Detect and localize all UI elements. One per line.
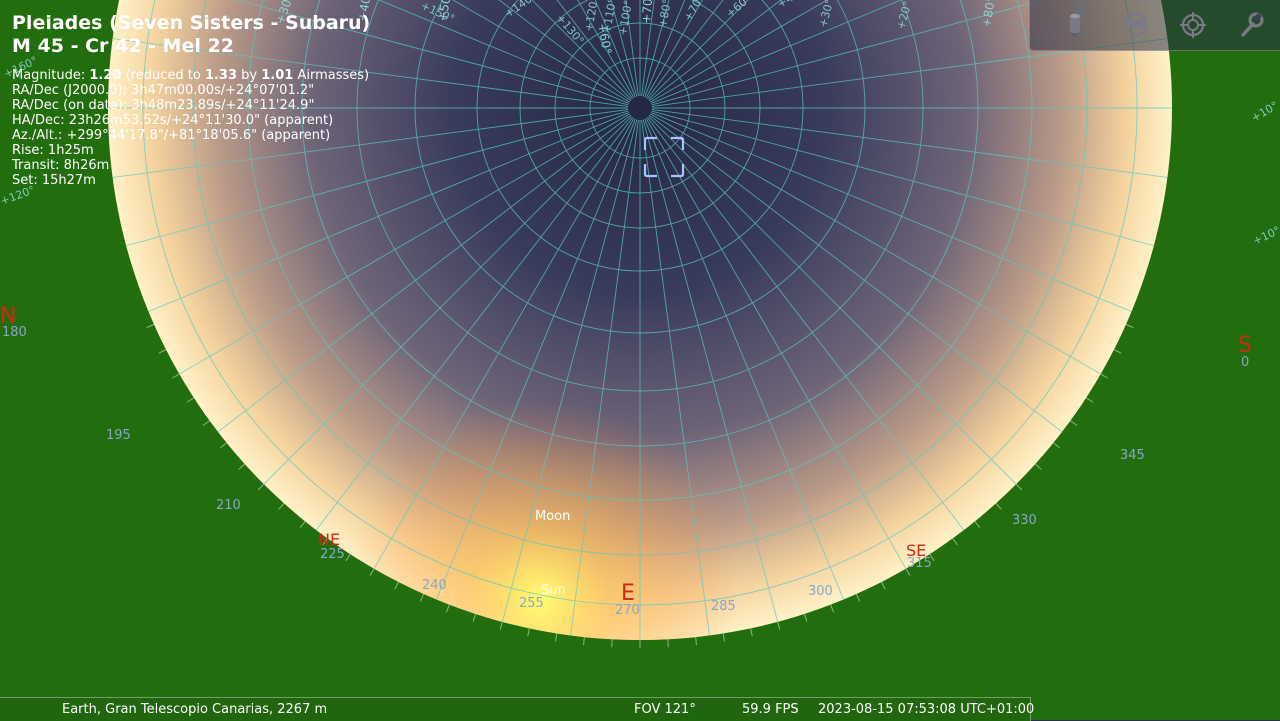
airmass-value: 1.01 [261,68,293,83]
azimuth-label: 300 [808,584,833,599]
fov-status: FOV 121° [634,702,696,717]
moon-label[interactable]: Moon [535,509,570,524]
sun-label[interactable]: Sun [541,583,566,598]
object-info-panel: Pleiades (Seven Sisters - Subaru) M 45 -… [12,12,370,188]
object-catalog-ids: M 45 - Cr 42 - Mel 22 [12,35,370,58]
set-line: Set: 15h27m [12,173,370,188]
magnitude-value: 1.20 [89,68,121,83]
azimuth-label: 330 [1012,513,1037,528]
hadec-line: HA/Dec: 23h26m53.52s/+24°11'30.0" (appar… [12,113,370,128]
azimuth-label: 255 [519,596,544,611]
status-bar: Earth, Gran Telescopio Canarias, 2267 m … [0,697,1031,721]
azimuth-label: 285 [711,599,736,614]
declination-label: +70° [639,0,656,24]
radec-ondate-line: RA/Dec (on date): 3h48m23.89s/+24°11'24.… [12,98,370,113]
azimuth-label: 180 [2,325,27,340]
radec-j2000-line: RA/Dec (J2000.0): 3h47m00.00s/+24°07'01.… [12,83,370,98]
azimuth-label: 315 [907,556,932,571]
azimuth-label: 225 [320,547,345,562]
object-name: Pleiades (Seven Sisters - Subaru) [12,12,370,35]
azalt-line: Az./Alt.: +299°44'17.8"/+81°18'05.6" (ap… [12,128,370,143]
screen-icon[interactable] [1118,8,1152,42]
azimuth-label: 195 [106,428,131,443]
telescope-icon[interactable] [1058,8,1092,42]
azimuth-label: 210 [216,498,241,513]
reduced-magnitude-value: 1.33 [205,68,237,83]
object-selection-marker [643,136,685,178]
target-icon[interactable] [1176,8,1210,42]
azimuth-label: 270 [615,603,640,618]
transit-line: Transit: 8h26m [12,158,370,173]
azimuth-label: 240 [422,578,447,593]
magnitude-line: Magnitude: 1.20 (reduced to 1.33 by 1.01… [12,68,370,83]
azimuth-label: 345 [1120,448,1145,463]
top-right-toolbar [1029,0,1280,51]
azimuth-label: 0 [1241,355,1249,370]
rise-line: Rise: 1h25m [12,143,370,158]
fps-status: 59.9 FPS [742,702,799,717]
location-status[interactable]: Earth, Gran Telescopio Canarias, 2267 m [62,702,327,717]
wrench-icon[interactable] [1234,8,1268,42]
datetime-status[interactable]: 2023-08-15 07:53:08 UTC+01:00 [818,702,1034,717]
